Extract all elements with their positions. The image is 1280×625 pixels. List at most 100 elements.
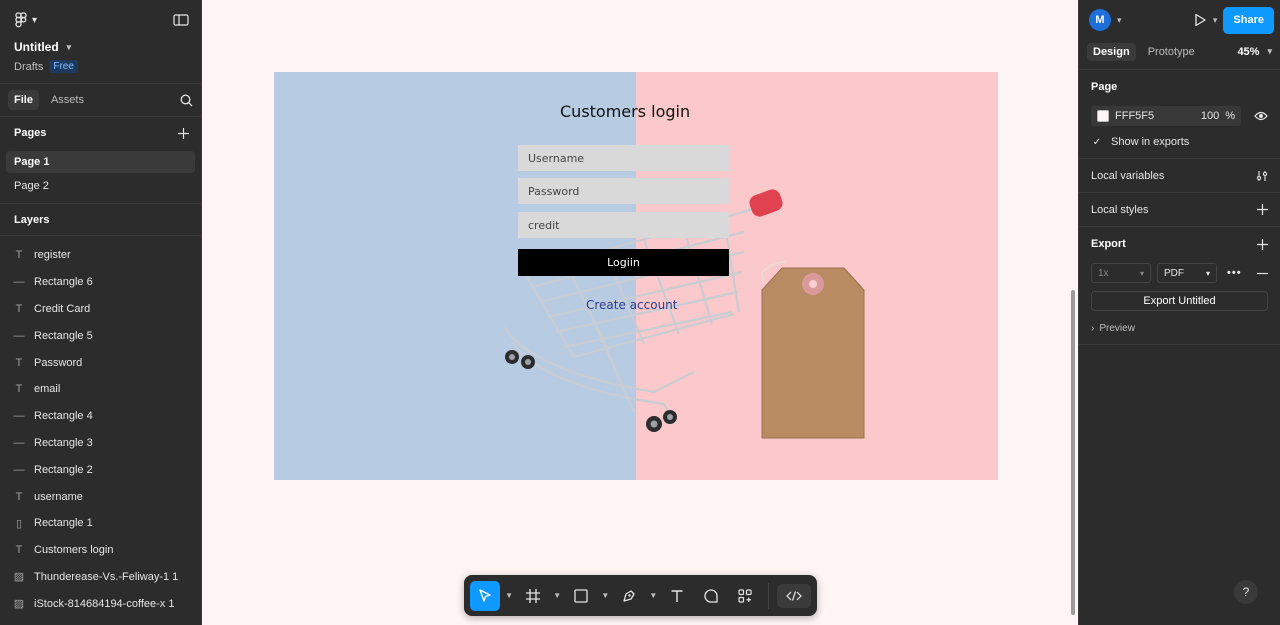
preview-toggle[interactable]: › Preview xyxy=(1091,323,1268,334)
sidebar-toggle-icon[interactable] xyxy=(173,14,189,26)
share-button[interactable]: Share xyxy=(1223,6,1274,34)
tab-design[interactable]: Design xyxy=(1087,42,1136,61)
move-tool-button[interactable] xyxy=(470,580,500,611)
eye-icon[interactable] xyxy=(1254,111,1268,121)
pen-icon xyxy=(621,588,637,604)
zoom-control[interactable]: 45% ▾ xyxy=(1237,46,1272,58)
login-title[interactable]: Customers login xyxy=(560,102,690,121)
layer-thunderease-image[interactable]: ▨ Thunderease-Vs.-Feliway-1 1 xyxy=(0,564,201,591)
file-name[interactable]: Untitled ▾ xyxy=(14,40,187,54)
username-field[interactable]: Username xyxy=(518,145,729,171)
file-info: Untitled ▾ Drafts Free xyxy=(0,40,201,73)
layer-label: register xyxy=(34,249,71,262)
login-button[interactable]: Logiin xyxy=(518,249,729,276)
layer-label: Credit Card xyxy=(34,302,91,315)
chevron-down-icon[interactable]: ▾ xyxy=(1117,15,1122,26)
chevron-down-icon: ▾ xyxy=(66,41,72,52)
layer-register[interactable]: Tregister xyxy=(0,242,201,269)
tab-prototype[interactable]: Prototype xyxy=(1142,43,1201,61)
add-style-icon[interactable] xyxy=(1257,204,1268,215)
page-item-page-2[interactable]: Page 2 xyxy=(6,175,195,197)
present-play-icon[interactable] xyxy=(1193,13,1207,27)
cursor-icon xyxy=(477,588,493,604)
figma-logo-icon xyxy=(14,12,28,28)
line-icon: — xyxy=(13,329,25,342)
fill-hex-value[interactable]: FFF5F5 xyxy=(1115,110,1195,122)
canvas[interactable]: Customers login Username Password credit… xyxy=(202,0,1078,625)
layer-password[interactable]: T Password xyxy=(0,349,201,376)
layer-rectangle-4[interactable]: — Rectangle 4 xyxy=(0,403,201,430)
export-scale-select[interactable]: 1x ▾ xyxy=(1091,263,1151,283)
fill-opacity-value[interactable]: 100 xyxy=(1201,110,1219,122)
actions-tool-button[interactable] xyxy=(730,581,760,611)
page-item-page-1[interactable]: Page 1 xyxy=(6,151,195,173)
layer-label: Thunderease-Vs.-Feliway-1 1 xyxy=(34,570,179,583)
show-in-exports-row[interactable]: ✓ Show in exports xyxy=(1091,136,1268,148)
pen-tool-button[interactable] xyxy=(614,581,644,611)
export-button[interactable]: Export Untitled xyxy=(1091,291,1268,311)
add-page-icon[interactable] xyxy=(178,127,189,139)
color-swatch[interactable] xyxy=(1097,110,1109,122)
layer-rectangle-2[interactable]: — Rectangle 2 xyxy=(0,456,201,483)
page-fill-input[interactable]: FFF5F5 100 % xyxy=(1091,106,1241,126)
cart-image xyxy=(503,210,745,423)
tab-file[interactable]: File xyxy=(8,90,39,110)
checkmark-icon[interactable]: ✓ xyxy=(1091,136,1103,148)
remove-export-icon[interactable] xyxy=(1257,268,1268,279)
create-account-link[interactable]: Create account xyxy=(586,298,678,312)
file-location-text[interactable]: Drafts xyxy=(14,61,43,73)
shape-tool-button[interactable] xyxy=(566,581,596,611)
add-export-icon[interactable] xyxy=(1257,238,1268,250)
more-options-icon[interactable]: ••• xyxy=(1227,267,1242,279)
export-format-select[interactable]: PDF ▾ xyxy=(1157,263,1217,283)
chevron-down-icon: ▾ xyxy=(1267,46,1272,56)
layer-username[interactable]: Tusername xyxy=(0,483,201,510)
layer-email[interactable]: Temail xyxy=(0,376,201,403)
help-button[interactable]: ? xyxy=(1234,580,1258,604)
components-icon xyxy=(737,588,753,604)
local-styles-label: Local styles xyxy=(1091,203,1149,216)
layer-credit-card[interactable]: T Credit Card xyxy=(0,296,201,323)
chevron-down-icon[interactable]: ▼ xyxy=(504,591,514,600)
tab-assets[interactable]: Assets xyxy=(45,90,90,110)
show-in-exports-label: Show in exports xyxy=(1111,136,1190,148)
frame-tool-button[interactable] xyxy=(518,581,548,611)
layer-rectangle-3[interactable]: — Rectangle 3 xyxy=(0,430,201,457)
layer-customers-login[interactable]: T Customers login xyxy=(0,537,201,564)
layers-list: Tregister — Rectangle 6 T Credit Card — Rec… xyxy=(0,236,201,617)
plan-badge: Free xyxy=(49,60,78,73)
local-styles-row[interactable]: Local styles xyxy=(1079,193,1280,227)
avatar[interactable]: M xyxy=(1089,9,1111,31)
chevron-down-icon[interactable]: ▼ xyxy=(552,591,562,600)
file-location: Drafts Free xyxy=(14,60,187,73)
left-panel: ▾ Untitled ▾ Drafts Free File Assets Pag… xyxy=(0,0,202,625)
layer-rectangle-5[interactable]: — Rectangle 5 xyxy=(0,322,201,349)
layer-label: Password xyxy=(34,356,83,369)
right-panel-tabs: Design Prototype 45% ▾ xyxy=(1079,40,1280,70)
design-frame[interactable]: Customers login Username Password credit… xyxy=(274,72,998,480)
local-variables-row[interactable]: Local variables xyxy=(1079,159,1280,193)
password-field[interactable]: Password xyxy=(518,178,729,204)
text-tool-button[interactable] xyxy=(662,581,692,611)
text-icon: T xyxy=(15,383,23,396)
comment-tool-button[interactable] xyxy=(696,581,726,611)
export-scale-value: 1x xyxy=(1098,267,1109,279)
export-format-value: PDF xyxy=(1164,267,1184,279)
chevron-down-icon[interactable]: ▼ xyxy=(600,591,610,600)
chevron-down-icon[interactable]: ▼ xyxy=(648,591,658,600)
layer-rectangle-6[interactable]: — Rectangle 6 xyxy=(0,269,201,296)
layer-rectangle-1[interactable]: ▯ Rectangle 1 xyxy=(0,510,201,537)
layer-label: Rectangle 4 xyxy=(34,410,93,423)
credit-field[interactable]: credit xyxy=(518,212,729,238)
chevron-down-icon[interactable]: ▾ xyxy=(1213,15,1218,26)
canvas-scrollbar[interactable] xyxy=(1071,290,1075,615)
layers-header: Layers xyxy=(0,204,201,236)
local-variables-label: Local variables xyxy=(1091,169,1165,182)
main-menu-button[interactable]: ▾ xyxy=(14,12,37,28)
search-icon[interactable] xyxy=(180,94,193,107)
dev-mode-toggle[interactable] xyxy=(777,583,811,608)
left-panel-tabs: File Assets xyxy=(0,83,201,117)
sliders-icon[interactable] xyxy=(1256,170,1268,182)
right-panel-header: M ▾ ▾ Share xyxy=(1079,0,1280,40)
layer-istock-image[interactable]: ▨ iStock-814684194-coffee-x 1 xyxy=(0,590,201,617)
